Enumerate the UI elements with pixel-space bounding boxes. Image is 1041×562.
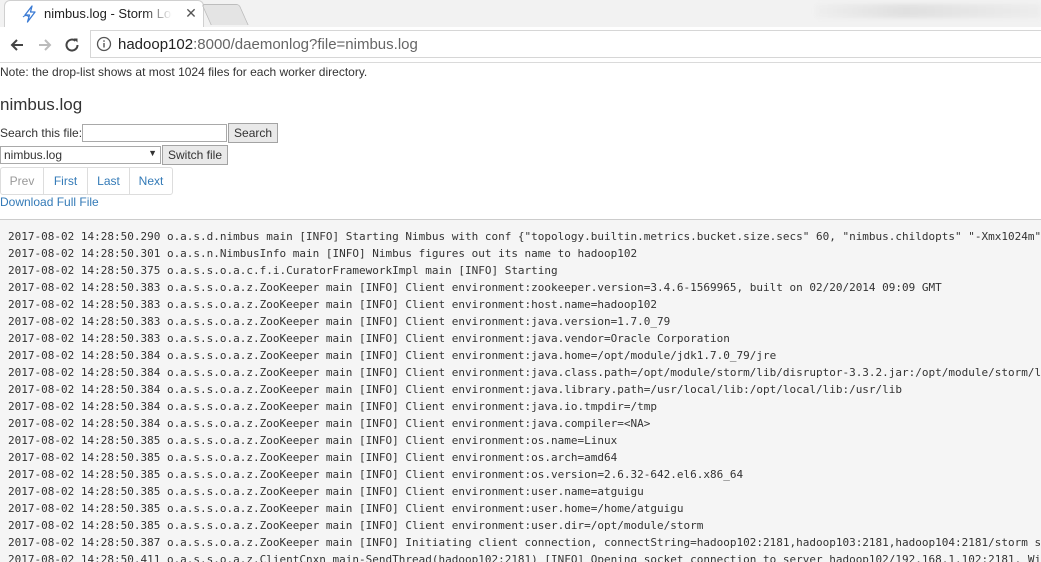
log-line: 2017-08-02 14:28:50.384 o.a.s.s.o.a.z.Zo… <box>8 400 658 413</box>
log-line: 2017-08-02 14:28:50.301 o.a.s.n.NimbusIn… <box>8 247 638 260</box>
search-label: Search this file: <box>0 126 83 140</box>
download-full-file-link[interactable]: Download Full File <box>0 195 99 209</box>
file-select[interactable]: nimbus.log ▼ <box>0 146 161 164</box>
back-arrow-icon[interactable] <box>8 36 26 54</box>
search-input[interactable] <box>82 124 228 142</box>
log-line: 2017-08-02 14:28:50.384 o.a.s.s.o.a.z.Zo… <box>8 349 777 362</box>
log-line: 2017-08-02 14:28:50.375 o.a.s.s.o.a.c.f.… <box>8 264 558 277</box>
log-line: 2017-08-02 14:28:50.385 o.a.s.s.o.a.z.Zo… <box>8 502 684 515</box>
log-line: 2017-08-02 14:28:50.384 o.a.s.s.o.a.z.Zo… <box>8 366 1041 379</box>
window-titlebar-blurred <box>815 4 1041 18</box>
log-line: 2017-08-02 14:28:50.384 o.a.s.s.o.a.z.Zo… <box>8 417 651 430</box>
log-viewer[interactable]: 2017-08-02 14:28:50.290 o.a.s.d.nimbus m… <box>0 219 1041 562</box>
log-line: 2017-08-02 14:28:50.387 o.a.s.s.o.a.z.Zo… <box>8 536 1041 549</box>
droplist-note: Note: the drop-list shows at most 1024 f… <box>0 65 368 79</box>
tab-title: nimbus.log - Storm Log Viewer <box>44 6 172 21</box>
log-line: 2017-08-02 14:28:50.385 o.a.s.s.o.a.z.Zo… <box>8 468 744 481</box>
log-line: 2017-08-02 14:28:50.385 o.a.s.s.o.a.z.Zo… <box>8 485 644 498</box>
switch-file-button[interactable]: Switch file <box>162 145 229 165</box>
reload-icon[interactable] <box>63 36 81 54</box>
new-tab-button[interactable] <box>201 4 249 25</box>
log-line: 2017-08-02 14:28:50.411 o.a.s.s.o.a.z.Cl… <box>8 553 1041 562</box>
search-form: Search this file: Search <box>0 123 279 143</box>
pagination: Prev First Last Next <box>0 167 173 195</box>
page-title: nimbus.log <box>0 95 83 114</box>
browser-tab-active[interactable]: nimbus.log - Storm Log Viewer ✕ <box>4 0 204 27</box>
url-path: :8000/daemonlog?file=nimbus.log <box>193 36 418 53</box>
storm-favicon-icon <box>22 5 36 23</box>
log-line: 2017-08-02 14:28:50.383 o.a.s.s.o.a.z.Zo… <box>8 332 730 345</box>
file-select-value: nimbus.log <box>4 148 63 162</box>
url-text[interactable]: hadoop102:8000/daemonlog?file=nimbus.log <box>118 36 418 53</box>
search-button[interactable]: Search <box>228 123 279 143</box>
log-line: 2017-08-02 14:28:50.385 o.a.s.s.o.a.z.Zo… <box>8 451 618 464</box>
log-line: 2017-08-02 14:28:50.385 o.a.s.s.o.a.z.Zo… <box>8 434 618 447</box>
switch-file-form: nimbus.log ▼ Switch file <box>0 145 229 165</box>
log-line: 2017-08-02 14:28:50.383 o.a.s.s.o.a.z.Zo… <box>8 315 671 328</box>
log-line: 2017-08-02 14:28:50.383 o.a.s.s.o.a.z.Zo… <box>8 298 658 311</box>
log-line: 2017-08-02 14:28:50.383 o.a.s.s.o.a.z.Zo… <box>8 281 942 294</box>
url-host: hadoop102 <box>118 36 194 53</box>
info-icon[interactable] <box>96 36 112 52</box>
last-button[interactable]: Last <box>87 167 130 195</box>
browser-toolbar: hadoop102:8000/daemonlog?file=nimbus.log <box>0 27 1041 63</box>
tab-close-icon[interactable]: ✕ <box>183 5 199 21</box>
dropdown-arrow-icon: ▼ <box>148 148 157 158</box>
first-button[interactable]: First <box>43 167 88 195</box>
browser-tabstrip: nimbus.log - Storm Log Viewer ✕ <box>0 0 1041 27</box>
forward-arrow-icon[interactable] <box>36 36 54 54</box>
log-line: 2017-08-02 14:28:50.384 o.a.s.s.o.a.z.Zo… <box>8 383 903 396</box>
log-content: 2017-08-02 14:28:50.290 o.a.s.d.nimbus m… <box>0 220 1041 562</box>
address-bar[interactable]: hadoop102:8000/daemonlog?file=nimbus.log <box>90 30 1041 58</box>
log-line: 2017-08-02 14:28:50.290 o.a.s.d.nimbus m… <box>8 230 1041 243</box>
prev-button[interactable]: Prev <box>0 167 44 195</box>
next-button[interactable]: Next <box>129 167 173 195</box>
log-line: 2017-08-02 14:28:50.385 o.a.s.s.o.a.z.Zo… <box>8 519 704 532</box>
